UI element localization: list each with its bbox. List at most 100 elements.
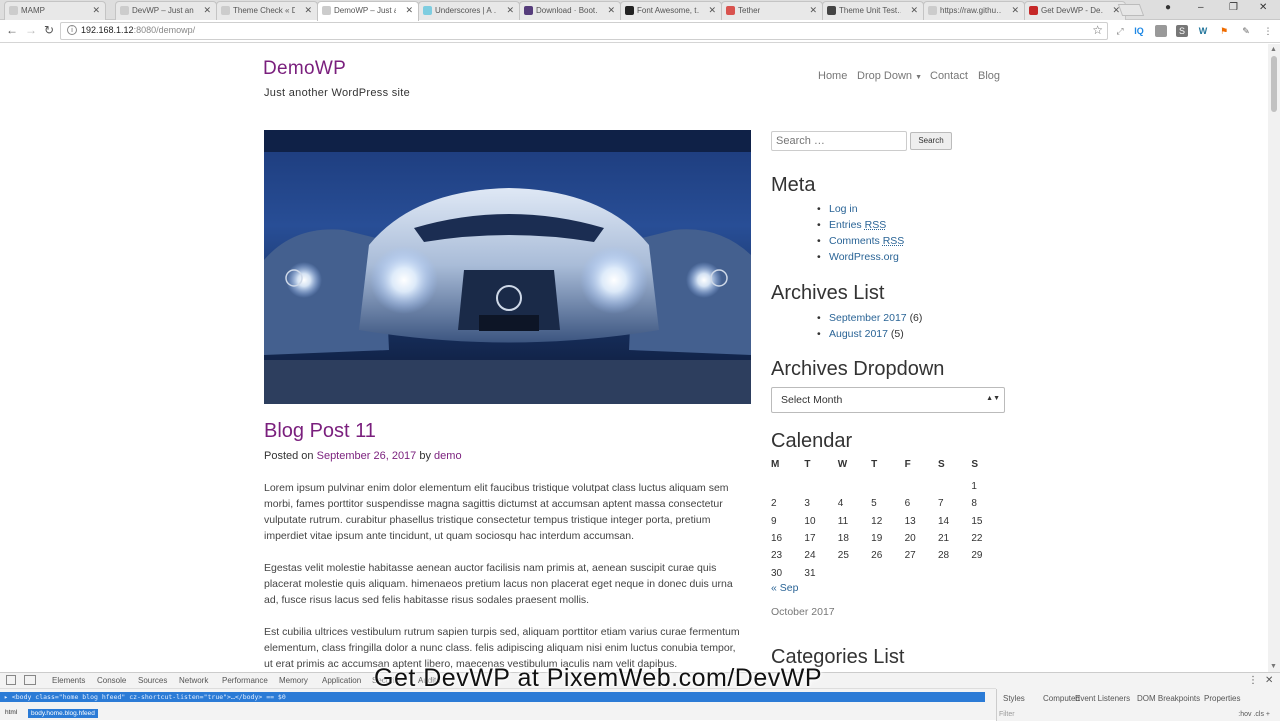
styles-filter-input[interactable]: Filter <box>999 711 1015 718</box>
list-item: Comments RSS <box>815 233 904 249</box>
archives-list: September 2017 (6) August 2017 (5) <box>815 310 922 342</box>
nav-blog[interactable]: Blog <box>978 70 1000 82</box>
meta-link-wordpress-org[interactable]: WordPress.org <box>829 251 899 263</box>
site-title[interactable]: DemoWP <box>263 58 346 80</box>
dom-tree-selected-line[interactable]: ▸ <body class="home blog hfeed" cz-short… <box>0 692 985 702</box>
devtools-tab[interactable]: Performance <box>222 676 268 685</box>
sidebar-search-button[interactable]: Search <box>910 132 952 150</box>
extension-s-icon[interactable]: S <box>1176 25 1188 37</box>
devtools-tab[interactable]: Elements <box>52 676 85 685</box>
tab-label: Underscores | A … <box>435 2 497 19</box>
browser-tab[interactable]: https://raw.githu… ✕ <box>923 1 1025 20</box>
post-date-link[interactable]: September 26, 2017 <box>317 450 417 462</box>
menu-icon[interactable]: ⋮ <box>1262 25 1274 37</box>
browser-tab[interactable]: MAMP ✕ <box>4 1 106 20</box>
list-item: WordPress.org <box>815 249 904 265</box>
tab-close-icon[interactable]: ✕ <box>809 2 817 19</box>
browser-tab[interactable]: Theme Unit Test… ✕ <box>822 1 924 20</box>
devtools-tab[interactable]: Memory <box>279 676 308 685</box>
archive-link[interactable]: September 2017 <box>829 312 907 324</box>
list-item: Entries RSS <box>815 217 904 233</box>
styles-pane-tab[interactable]: Styles <box>1003 694 1025 703</box>
address-url[interactable]: 192.168.1.12:8080/demowp/ <box>81 25 195 35</box>
devtools-tab[interactable]: Sources <box>138 676 167 685</box>
styles-pane-tab[interactable]: Properties <box>1204 694 1240 703</box>
nav-contact[interactable]: Contact <box>930 70 968 82</box>
styles-pane-tab[interactable]: DOM Breakpoints <box>1137 694 1200 703</box>
tab-close-icon[interactable]: ✕ <box>910 2 918 19</box>
calendar-day: 27 <box>905 547 938 564</box>
tab-close-icon[interactable]: ✕ <box>92 2 100 19</box>
tab-close-icon[interactable]: ✕ <box>203 2 211 19</box>
close-window-icon[interactable]: ✕ <box>1259 2 1267 13</box>
bookmark-star-icon[interactable]: ☆ <box>1092 23 1103 37</box>
tab-close-icon[interactable]: ✕ <box>304 2 312 19</box>
tab-favicon <box>1029 6 1038 15</box>
tab-label: Theme Unit Test… <box>839 2 901 19</box>
featured-image[interactable] <box>264 130 751 404</box>
tab-close-icon[interactable]: ✕ <box>506 2 514 19</box>
breadcrumb-body[interactable]: body.home.blog.hfeed <box>28 709 98 718</box>
meta-link-entries-rss[interactable]: Entries RSS <box>829 219 886 231</box>
extension-iq-icon[interactable]: IQ <box>1133 25 1145 37</box>
minimize-icon[interactable]: – <box>1198 2 1204 13</box>
devtools-more-icon[interactable]: ⋮ <box>1248 675 1258 686</box>
extension-box-icon[interactable] <box>1155 25 1167 37</box>
browser-tab[interactable]: DemoWP – Just a… ✕ <box>317 1 419 21</box>
tab-close-icon[interactable]: ✕ <box>607 2 615 19</box>
sidebar-search-input[interactable] <box>771 131 907 151</box>
archive-link[interactable]: August 2017 <box>829 328 888 340</box>
reload-icon[interactable]: ↻ <box>44 23 54 37</box>
devtools-tab[interactable]: Network <box>179 676 208 685</box>
new-tab-button[interactable] <box>1118 4 1144 16</box>
meta-link-comments-rss[interactable]: Comments RSS <box>829 235 904 247</box>
inspect-element-icon[interactable] <box>6 675 16 685</box>
meta-link-login[interactable]: Log in <box>829 203 858 215</box>
hov-cls-toggles[interactable]: :hov .cls + <box>1238 711 1270 718</box>
back-icon[interactable]: ← <box>6 23 18 37</box>
breadcrumb-html[interactable]: html <box>5 709 17 716</box>
extension-icon[interactable]: ⤢ <box>1114 25 1126 37</box>
tab-label: Download · Boot… <box>536 2 598 19</box>
calendar-day: 4 <box>838 495 871 512</box>
styles-pane-tab[interactable]: Event Listeners <box>1075 694 1130 703</box>
tab-close-icon[interactable]: ✕ <box>1011 2 1019 19</box>
post-author-link[interactable]: demo <box>434 450 462 462</box>
profile-icon[interactable]: ● <box>1165 2 1171 13</box>
post-meta: Posted on September 26, 2017 by demo <box>264 450 462 462</box>
tab-close-icon[interactable]: ✕ <box>405 2 413 19</box>
devtools-tab[interactable]: Application <box>322 676 361 685</box>
devtools-close-icon[interactable]: ✕ <box>1265 675 1273 686</box>
post-title[interactable]: Blog Post 11 <box>264 420 376 443</box>
browser-tab[interactable]: Download · Boot… ✕ <box>519 1 621 20</box>
calendar-day: 11 <box>838 513 871 530</box>
extension-pen-icon[interactable]: ✎ <box>1240 25 1252 37</box>
scroll-up-icon[interactable]: ▲ <box>1270 46 1277 53</box>
address-bar[interactable]: i 192.168.1.12:8080/demowp/ ☆ <box>60 22 1108 40</box>
device-toolbar-icon[interactable] <box>24 675 36 685</box>
forward-icon[interactable]: → <box>25 23 37 37</box>
browser-tab[interactable]: Font Awesome, t… ✕ <box>620 1 722 20</box>
browser-tab[interactable]: Get DevWP - De… ✕ <box>1024 1 1126 20</box>
extension-flag-icon[interactable]: ⚑ <box>1218 25 1230 37</box>
scroll-down-icon[interactable]: ▼ <box>1270 663 1277 670</box>
browser-tab[interactable]: Underscores | A … ✕ <box>418 1 520 20</box>
browser-tab[interactable]: Tether ✕ <box>721 1 823 20</box>
tab-favicon <box>9 6 18 15</box>
devtools-tab[interactable]: Console <box>97 676 126 685</box>
scrollbar-thumb[interactable] <box>1271 56 1277 112</box>
calendar-prev-link[interactable]: « Sep <box>771 582 798 594</box>
extension-wp-icon[interactable]: W <box>1197 25 1209 37</box>
archives-dropdown-select[interactable]: Select Month ▲▼ <box>771 387 1005 413</box>
info-icon[interactable]: i <box>67 25 77 35</box>
browser-tab[interactable]: Theme Check « D… ✕ <box>216 1 318 20</box>
page-scrollbar[interactable]: ▲ ▼ <box>1268 44 1280 672</box>
tab-close-icon[interactable]: ✕ <box>708 2 716 19</box>
browser-tab[interactable]: DevWP – Just an… ✕ <box>115 1 217 20</box>
nav-home[interactable]: Home <box>818 70 847 82</box>
calendar-day: 14 <box>938 513 971 530</box>
maximize-icon[interactable]: ❐ <box>1229 2 1238 13</box>
tab-favicon <box>120 6 129 15</box>
tab-label: Get DevWP - De… <box>1041 2 1103 19</box>
nav-drop-down[interactable]: Drop Down ▼ <box>857 70 922 82</box>
